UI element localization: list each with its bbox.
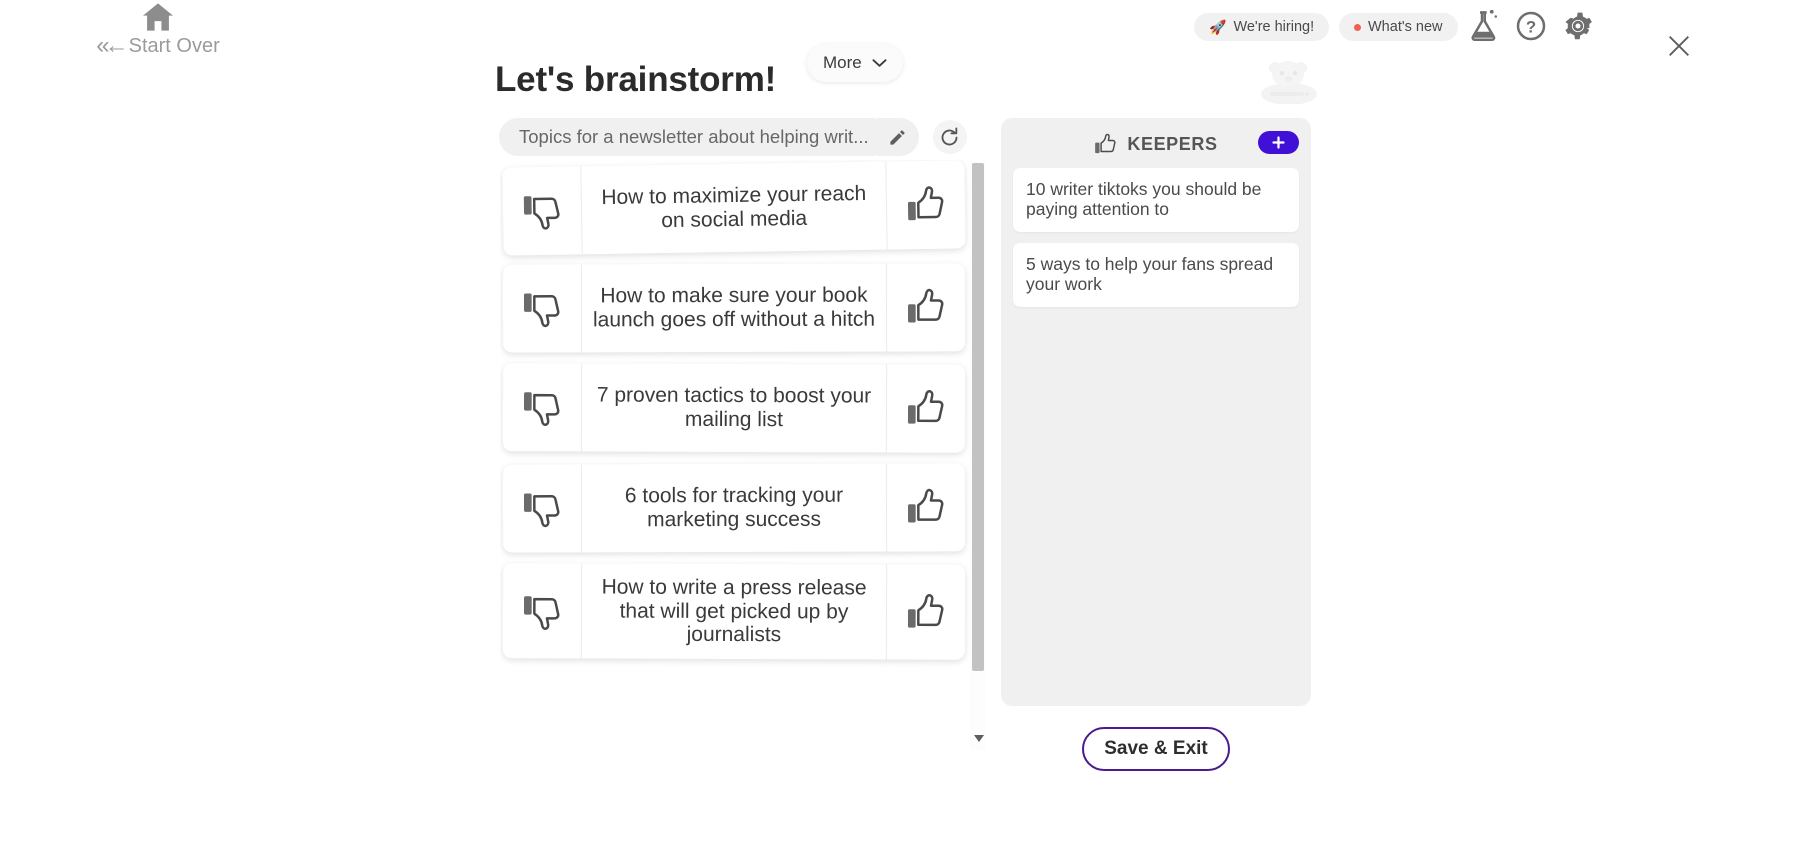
idea-text: How to make sure your book launch goes o… <box>580 263 888 353</box>
mascot-illustration <box>1261 61 1317 104</box>
thumbs-down-icon <box>523 493 560 528</box>
reject-idea-button[interactable] <box>502 166 581 255</box>
keep-idea-button[interactable] <box>887 565 965 660</box>
reject-idea-button[interactable] <box>503 563 581 658</box>
reject-idea-button[interactable] <box>503 464 581 552</box>
keep-idea-button[interactable] <box>886 160 965 249</box>
refresh-icon <box>941 126 958 145</box>
start-over-arrow-icon: «← <box>96 32 128 59</box>
whats-new-label: What's new <box>1368 19 1443 35</box>
thumbs-up-icon <box>907 186 944 221</box>
idea-card[interactable]: How to make sure your book launch goes o… <box>502 263 966 353</box>
start-over-label: Start Over <box>128 35 220 57</box>
close-icon[interactable] <box>1665 32 1693 60</box>
settings-icon[interactable] <box>1562 10 1594 42</box>
home-icon <box>143 3 173 31</box>
keep-idea-button[interactable] <box>887 463 965 551</box>
idea-card[interactable]: 7 proven tactics to boost your mailing l… <box>502 363 966 453</box>
idea-card[interactable]: How to maximize your reach on social med… <box>502 160 966 256</box>
pencil-icon <box>890 129 905 145</box>
refresh-button[interactable] <box>932 120 967 154</box>
add-keeper-button[interactable] <box>1258 131 1299 154</box>
idea-list-scroll-area[interactable]: How to maximize your reach on social med… <box>500 160 985 750</box>
keepers-panel: KEEPERS 10 writer tiktoks you should be … <box>1001 118 1311 706</box>
idea-text: 6 tools for tracking your marketing succ… <box>580 463 888 553</box>
thumbs-down-icon <box>523 196 560 230</box>
save-and-exit-button[interactable]: Save & Exit <box>1082 727 1230 771</box>
keeper-card[interactable]: 5 ways to help your fans spread your wor… <box>1013 242 1299 307</box>
thumbs-down-icon <box>523 293 560 328</box>
thumbs-up-icon <box>1095 133 1116 153</box>
svg-text:?: ? <box>1526 18 1536 37</box>
red-dot-icon <box>1354 23 1361 31</box>
thumbs-down-icon <box>523 392 560 427</box>
keep-idea-button[interactable] <box>887 263 965 351</box>
flask-icon[interactable] <box>1470 8 1500 42</box>
thumbs-up-icon <box>907 390 944 424</box>
scroll-down-arrow-icon[interactable] <box>974 735 984 742</box>
reject-idea-button[interactable] <box>503 264 581 352</box>
thumbs-up-icon <box>907 593 944 628</box>
idea-list-scrollbar[interactable] <box>970 162 986 750</box>
thumbs-up-icon <box>907 488 944 523</box>
idea-list: How to maximize your reach on social med… <box>500 160 985 660</box>
keep-idea-button[interactable] <box>887 365 965 453</box>
idea-text: How to write a press release that will g… <box>580 563 888 660</box>
thumbs-up-icon <box>907 288 944 323</box>
topic-row: Topics for a newsletter about helping wr… <box>499 118 967 156</box>
chevron-down-icon <box>872 59 887 67</box>
reject-idea-button[interactable] <box>503 363 581 451</box>
whats-new-button[interactable]: What's new <box>1339 13 1458 41</box>
keepers-header: KEEPERS <box>1013 128 1299 160</box>
keeper-card[interactable]: 10 writer tiktoks you should be paying a… <box>1013 168 1299 232</box>
were-hiring-label: We're hiring! <box>1233 19 1315 35</box>
page-title: Let's brainstorm! <box>495 60 777 99</box>
topic-input[interactable]: Topics for a newsletter about helping wr… <box>499 118 891 156</box>
were-hiring-button[interactable]: 🚀 We're hiring! <box>1194 13 1330 41</box>
idea-card[interactable]: 6 tools for tracking your marketing succ… <box>502 463 966 553</box>
idea-text: 7 proven tactics to boost your mailing l… <box>580 363 888 453</box>
thumbs-down-icon <box>523 595 560 630</box>
start-over-button[interactable]: «← Start Over <box>78 2 238 58</box>
edit-topic-button[interactable] <box>876 118 919 156</box>
idea-card[interactable]: How to write a press release that will g… <box>502 563 966 660</box>
rocket-icon: 🚀 <box>1209 19 1227 35</box>
keepers-title: KEEPERS <box>1127 133 1218 154</box>
plus-icon <box>1272 136 1285 149</box>
more-button[interactable]: More <box>807 44 903 82</box>
keepers-list: 10 writer tiktoks you should be paying a… <box>1013 168 1299 307</box>
scrollbar-thumb[interactable] <box>972 163 984 671</box>
more-label: More <box>823 53 862 72</box>
idea-text: How to maximize your reach on social med… <box>580 161 888 255</box>
help-icon[interactable]: ? <box>1516 11 1546 41</box>
